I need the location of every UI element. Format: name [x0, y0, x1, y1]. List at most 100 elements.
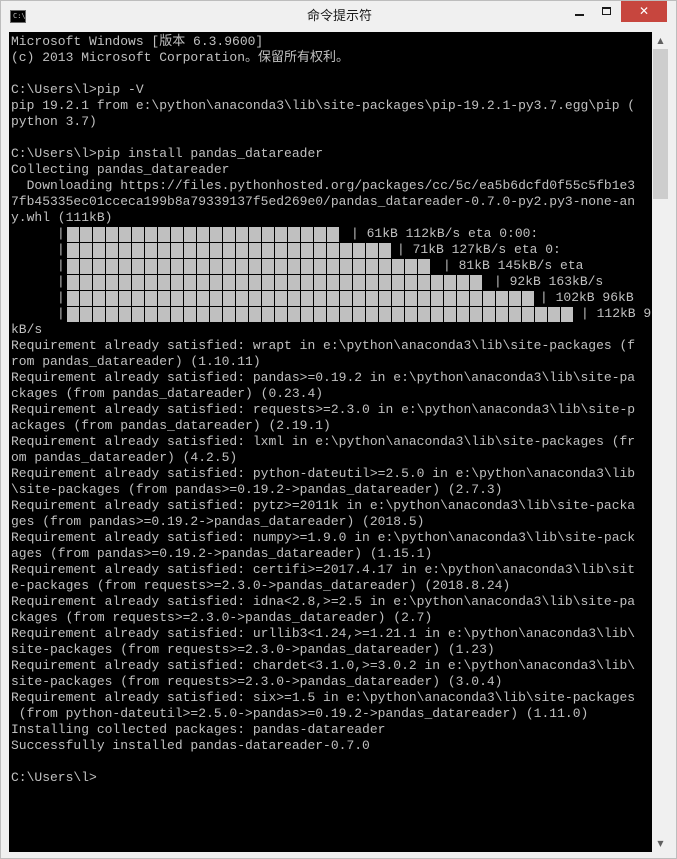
progress-segment: [210, 243, 222, 258]
progress-segment: [301, 259, 313, 274]
progress-segment: [561, 307, 573, 322]
progress-segment: [106, 291, 118, 306]
download-progress: | | 61kB 112kB/s eta 0:00: | | 71kB 127kB/s…: [9, 226, 652, 322]
output-lines-before-progress: Microsoft Windows [版本 6.3.9600] (c) 2013 …: [11, 34, 635, 226]
console-line: Requirement already satisfied: certifi>=…: [11, 562, 636, 577]
console-line: Microsoft Windows [版本 6.3.9600]: [11, 34, 264, 49]
progress-segment: [535, 307, 547, 322]
scroll-up-arrow-icon[interactable]: ▲: [652, 32, 669, 49]
progress-bar-start: |: [57, 242, 65, 257]
progress-segment: [158, 259, 170, 274]
progress-segment: [158, 243, 170, 258]
progress-row: | | 81kB 145kB/s eta: [9, 258, 652, 274]
close-button[interactable]: ✕: [621, 1, 667, 22]
console-line: Downloading https://files.pythonhosted.o…: [11, 178, 636, 193]
progress-segment: [80, 307, 92, 322]
progress-segment: [171, 227, 183, 242]
progress-segment: [327, 275, 339, 290]
progress-segment: [522, 291, 534, 306]
progress-segment: [197, 259, 209, 274]
progress-segment: [379, 291, 391, 306]
progress-row: | | 92kB 163kB/s: [9, 274, 652, 290]
progress-segment: [132, 227, 144, 242]
progress-segment: [145, 227, 157, 242]
console-text-after-progress: kB/s Requirement already satisfied: wrapt…: [11, 322, 635, 786]
console-line: (c) 2013 Microsoft Corporation。保留所有权利。: [11, 50, 350, 65]
console-line: Requirement already satisfied: python-da…: [11, 466, 636, 481]
progress-segment: [145, 243, 157, 258]
progress-segment: [171, 307, 183, 322]
progress-segment: [431, 275, 443, 290]
progress-segment: [184, 291, 196, 306]
progress-segment: [496, 307, 508, 322]
progress-segment: [145, 259, 157, 274]
scroll-down-arrow-icon[interactable]: ▼: [652, 835, 669, 852]
progress-segment: [314, 291, 326, 306]
progress-segment: [275, 259, 287, 274]
progress-segment: [392, 259, 404, 274]
console-line: ages (from pandas>=0.19.2->pandas_datare…: [11, 546, 433, 561]
progress-segment: [158, 227, 170, 242]
progress-segment: [405, 291, 417, 306]
progress-segment: [353, 275, 365, 290]
progress-segment: [418, 291, 430, 306]
progress-segment: [249, 307, 261, 322]
progress-segment: [210, 227, 222, 242]
progress-segment: [275, 291, 287, 306]
progress-segment: [93, 291, 105, 306]
progress-segment: [392, 275, 404, 290]
progress-segment: [145, 291, 157, 306]
progress-bar-fill: [67, 275, 492, 290]
scroll-thumb[interactable]: [653, 49, 668, 199]
progress-segment: [184, 227, 196, 242]
progress-segment: [171, 275, 183, 290]
progress-status-text: | 81kB 145kB/s eta: [443, 258, 584, 273]
progress-segment: [262, 243, 274, 258]
progress-segment: [132, 275, 144, 290]
progress-segment: [171, 243, 183, 258]
progress-bar-fill: [67, 259, 441, 274]
progress-segment: [314, 227, 326, 242]
minimize-button[interactable]: [566, 1, 593, 22]
console-line: Requirement already satisfied: lxml in e…: [11, 434, 636, 449]
progress-segment: [223, 307, 235, 322]
progress-segment: [223, 243, 235, 258]
progress-segment: [80, 227, 92, 242]
progress-bar-fill: [67, 227, 349, 242]
progress-segment: [236, 291, 248, 306]
progress-segment: [327, 227, 339, 242]
resize-grip[interactable]: [652, 852, 669, 858]
progress-segment: [366, 307, 378, 322]
progress-segment: [67, 259, 79, 274]
progress-segment: [80, 275, 92, 290]
progress-segment: [236, 227, 248, 242]
progress-segment: [106, 307, 118, 322]
progress-segment: [67, 243, 79, 258]
progress-segment: [223, 259, 235, 274]
progress-segment: [249, 291, 261, 306]
progress-segment: [301, 291, 313, 306]
console-line: pip 19.2.1 from e:\python\anaconda3\lib\…: [11, 98, 636, 113]
vertical-scrollbar[interactable]: ▲ ▼: [652, 32, 669, 852]
console-output[interactable]: Microsoft Windows [版本 6.3.9600] (c) 2013 …: [9, 32, 652, 852]
progress-segment: [184, 275, 196, 290]
progress-segment: [132, 307, 144, 322]
progress-segment: [340, 291, 352, 306]
console-line: Requirement already satisfied: six>=1.5 …: [11, 690, 636, 705]
output-lines-after-progress: kB/s Requirement already satisfied: wrapt…: [11, 322, 635, 786]
console-icon[interactable]: C:\: [10, 10, 26, 23]
console-line: Successfully installed pandas-datareader…: [11, 738, 370, 753]
progress-segment: [288, 291, 300, 306]
progress-segment: [106, 243, 118, 258]
progress-segment: [236, 259, 248, 274]
minimize-icon: [575, 14, 584, 16]
title-bar[interactable]: C:\ 命令提示符 ✕: [1, 1, 676, 32]
progress-segment: [457, 275, 469, 290]
console-line: e-packages (from requests>=2.3.0->pandas…: [11, 578, 511, 593]
console-line: Requirement already satisfied: requests>…: [11, 402, 636, 417]
progress-segment: [262, 259, 274, 274]
maximize-button[interactable]: [593, 1, 620, 22]
progress-bar-start: |: [57, 290, 65, 305]
